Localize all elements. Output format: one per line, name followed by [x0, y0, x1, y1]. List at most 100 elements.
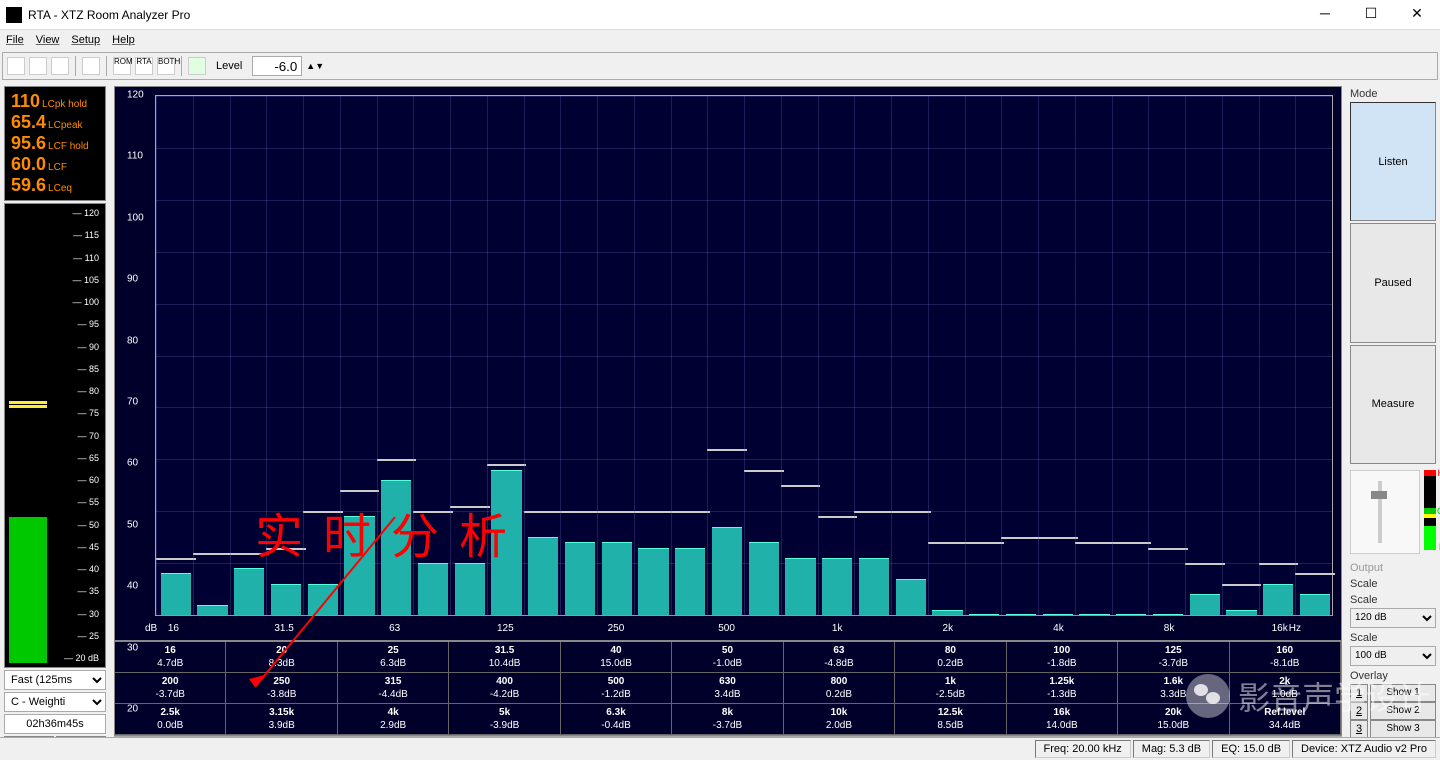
level-label: Level: [216, 60, 242, 72]
scale2-label: Scale: [1350, 632, 1436, 644]
peak-hold-mark: [965, 542, 1005, 544]
output-slider[interactable]: [1350, 470, 1420, 554]
menu-view[interactable]: View: [36, 34, 60, 46]
window-title: RTA - XTZ Room Analyzer Pro: [28, 8, 1302, 22]
scale2-select[interactable]: 100 dB: [1350, 646, 1436, 666]
peak-hold-mark: [597, 511, 637, 513]
new-icon[interactable]: [7, 57, 25, 75]
peak-hold-mark: [377, 459, 417, 461]
peak-hold-mark: [560, 511, 600, 513]
play-icon[interactable]: [188, 57, 206, 75]
peak-hold-mark: [1038, 537, 1078, 539]
rta-bar: [602, 542, 632, 615]
statusbar: Freq: 20.00 kHz Mag: 5.3 dB EQ: 15.0 dB …: [0, 737, 1440, 759]
level-input[interactable]: [252, 56, 302, 76]
eq-cell: 31.510.4dB: [449, 642, 560, 672]
maximize-button[interactable]: ☐: [1348, 0, 1394, 30]
eq-cell: 250-3.8dB: [226, 673, 337, 703]
status-device: Device: XTZ Audio v2 Pro: [1292, 740, 1436, 758]
minimize-button[interactable]: ─: [1302, 0, 1348, 30]
level-meter: — 120— 115— 110— 105— 100— 95— 90— 85— 8…: [4, 203, 106, 668]
peak-hold-mark: [634, 511, 674, 513]
peak-hold-mark: [1222, 584, 1262, 586]
eq-cell: Ref.level34.4dB: [1230, 704, 1341, 734]
overlay-show-1[interactable]: Show 1: [1370, 684, 1436, 702]
scale1-label: Scale: [1350, 594, 1436, 606]
eq-cell: 3.15k3.9dB: [226, 704, 337, 734]
status-freq: Freq: 20.00 kHz: [1035, 740, 1131, 758]
scale-section-label: Scale: [1350, 578, 1436, 590]
rta-bar: [822, 558, 852, 615]
overlay-slot-2[interactable]: 2: [1350, 702, 1368, 720]
peak-hold-mark: [193, 553, 233, 555]
rta-bar: [455, 563, 485, 615]
rta-bar: [1116, 614, 1146, 615]
eq-cell: 16k14.0dB: [1007, 704, 1118, 734]
eq-cell: 160-8.1dB: [1230, 642, 1341, 672]
overlay-show-2[interactable]: Show 2: [1370, 702, 1436, 720]
speed-select[interactable]: Fast (125ms: [4, 670, 106, 690]
menubar: File View Setup Help: [0, 30, 1440, 50]
peak-hold-mark: [818, 516, 858, 518]
peak-hold-mark: [156, 558, 196, 560]
eq-cell: 315-4.4dB: [338, 673, 449, 703]
rta-bar: [1300, 594, 1330, 615]
rta-bar: [1006, 614, 1036, 615]
menu-setup[interactable]: Setup: [71, 34, 100, 46]
overlay-slot-3[interactable]: 3: [1350, 720, 1368, 738]
rta-bar: [1263, 584, 1293, 615]
open-icon[interactable]: [29, 57, 47, 75]
overlay-show-3[interactable]: Show 3: [1370, 720, 1436, 738]
print-icon[interactable]: [82, 57, 100, 75]
menu-help[interactable]: Help: [112, 34, 135, 46]
measure-button[interactable]: Measure: [1350, 345, 1436, 464]
listen-button[interactable]: Listen: [1350, 102, 1436, 221]
mode-both-button[interactable]: BOTH: [157, 57, 175, 75]
eq-cell: 208.3dB: [226, 642, 337, 672]
rta-bar: [859, 558, 889, 615]
eq-cell: 100-1.8dB: [1007, 642, 1118, 672]
eq-cell: 2k1.0dB: [1230, 673, 1341, 703]
rta-bar: [638, 548, 668, 615]
rta-bar: [1226, 610, 1256, 615]
peak-hold-mark: [707, 449, 747, 451]
rta-bar: [932, 610, 962, 615]
peak-hold-mark: [230, 553, 270, 555]
close-button[interactable]: ✕: [1394, 0, 1440, 30]
peak-hold-mark: [854, 511, 894, 513]
eq-cell: 6303.4dB: [672, 673, 783, 703]
peak-hold-mark: [487, 464, 527, 466]
mode-rom-button[interactable]: ROM: [113, 57, 131, 75]
scale1-select[interactable]: 120 dB: [1350, 608, 1436, 628]
weighting-select[interactable]: C - Weighti: [4, 692, 106, 712]
eq-cell: 800.2dB: [895, 642, 1006, 672]
peak-hold-mark: [303, 511, 343, 513]
eq-cell: 6.3k-0.4dB: [561, 704, 672, 734]
meter-bar: [9, 208, 47, 663]
peak-hold-mark: [450, 506, 490, 508]
rta-bar: [197, 605, 227, 615]
rta-bar: [969, 614, 999, 615]
rta-bar: [234, 568, 264, 615]
peak-hold-mark: [671, 511, 711, 513]
overlay-slot-1[interactable]: 1: [1350, 684, 1368, 702]
eq-cell: 4015.0dB: [561, 642, 672, 672]
output-label: Output: [1350, 562, 1436, 574]
rta-bar: [675, 548, 705, 615]
peak-hold-mark: [1295, 573, 1335, 575]
rta-bar: [381, 480, 411, 615]
peak-hold-mark: [891, 511, 931, 513]
mode-rta-button[interactable]: RTA: [135, 57, 153, 75]
rta-bar: [271, 584, 301, 615]
eq-cell: 500-1.2dB: [561, 673, 672, 703]
paused-button[interactable]: Paused: [1350, 223, 1436, 342]
save-icon[interactable]: [51, 57, 69, 75]
rta-bar: [418, 563, 448, 615]
menu-file[interactable]: File: [6, 34, 24, 46]
eq-cell: 1k-2.5dB: [895, 673, 1006, 703]
rta-bar: [565, 542, 595, 615]
elapsed-time: [4, 714, 106, 734]
peak-hold-mark: [340, 490, 380, 492]
eq-cell: 125-3.7dB: [1118, 642, 1229, 672]
eq-cell: 12.5k8.5dB: [895, 704, 1006, 734]
